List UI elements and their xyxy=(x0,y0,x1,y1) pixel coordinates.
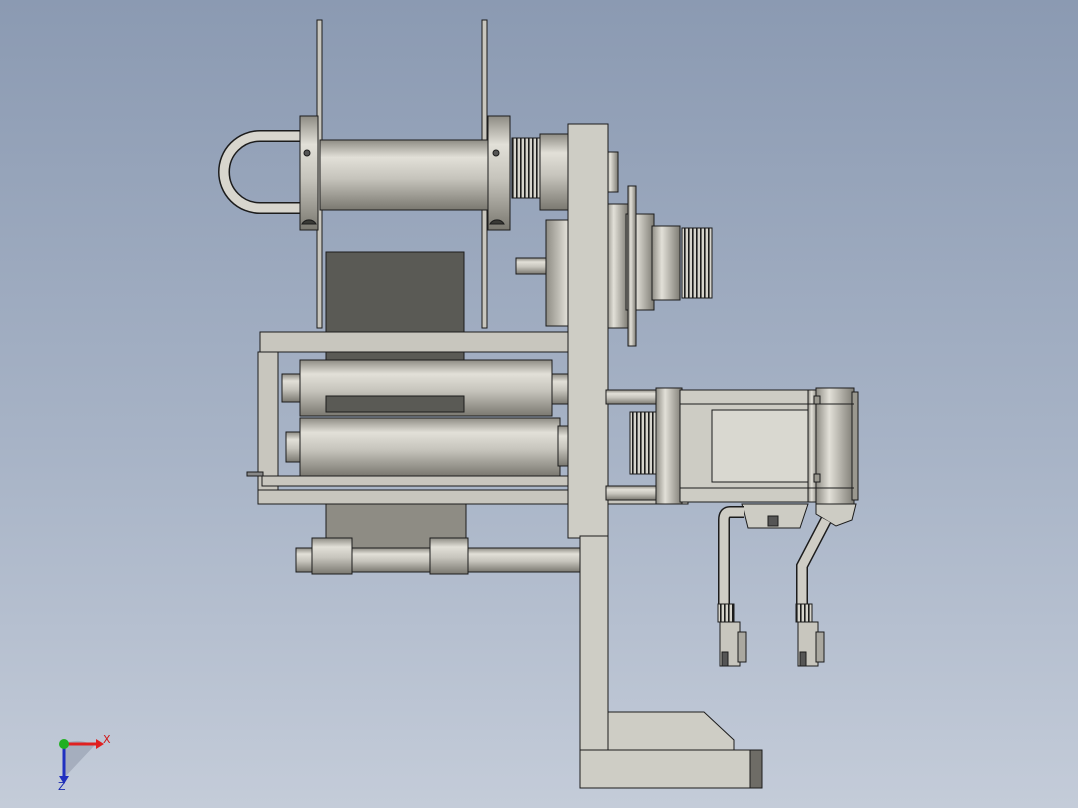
top-pulley xyxy=(511,137,543,199)
cad-viewport[interactable]: X Z xyxy=(0,0,1078,808)
servo-motor xyxy=(655,387,859,505)
base-foot xyxy=(607,711,735,751)
encoder-connector xyxy=(795,603,825,667)
lower-frame-top xyxy=(259,331,583,353)
triad-z-label: Z xyxy=(58,780,66,793)
coordinate-triad: X Z xyxy=(58,733,111,793)
assembly-model[interactable]: X Z xyxy=(0,0,1078,808)
motor-connector xyxy=(717,603,747,667)
reel-core xyxy=(319,139,489,211)
clutch-pulley xyxy=(681,227,713,299)
triad-x-label: X xyxy=(103,733,111,746)
main-side-plate xyxy=(567,123,609,539)
lower-roller xyxy=(299,417,561,477)
